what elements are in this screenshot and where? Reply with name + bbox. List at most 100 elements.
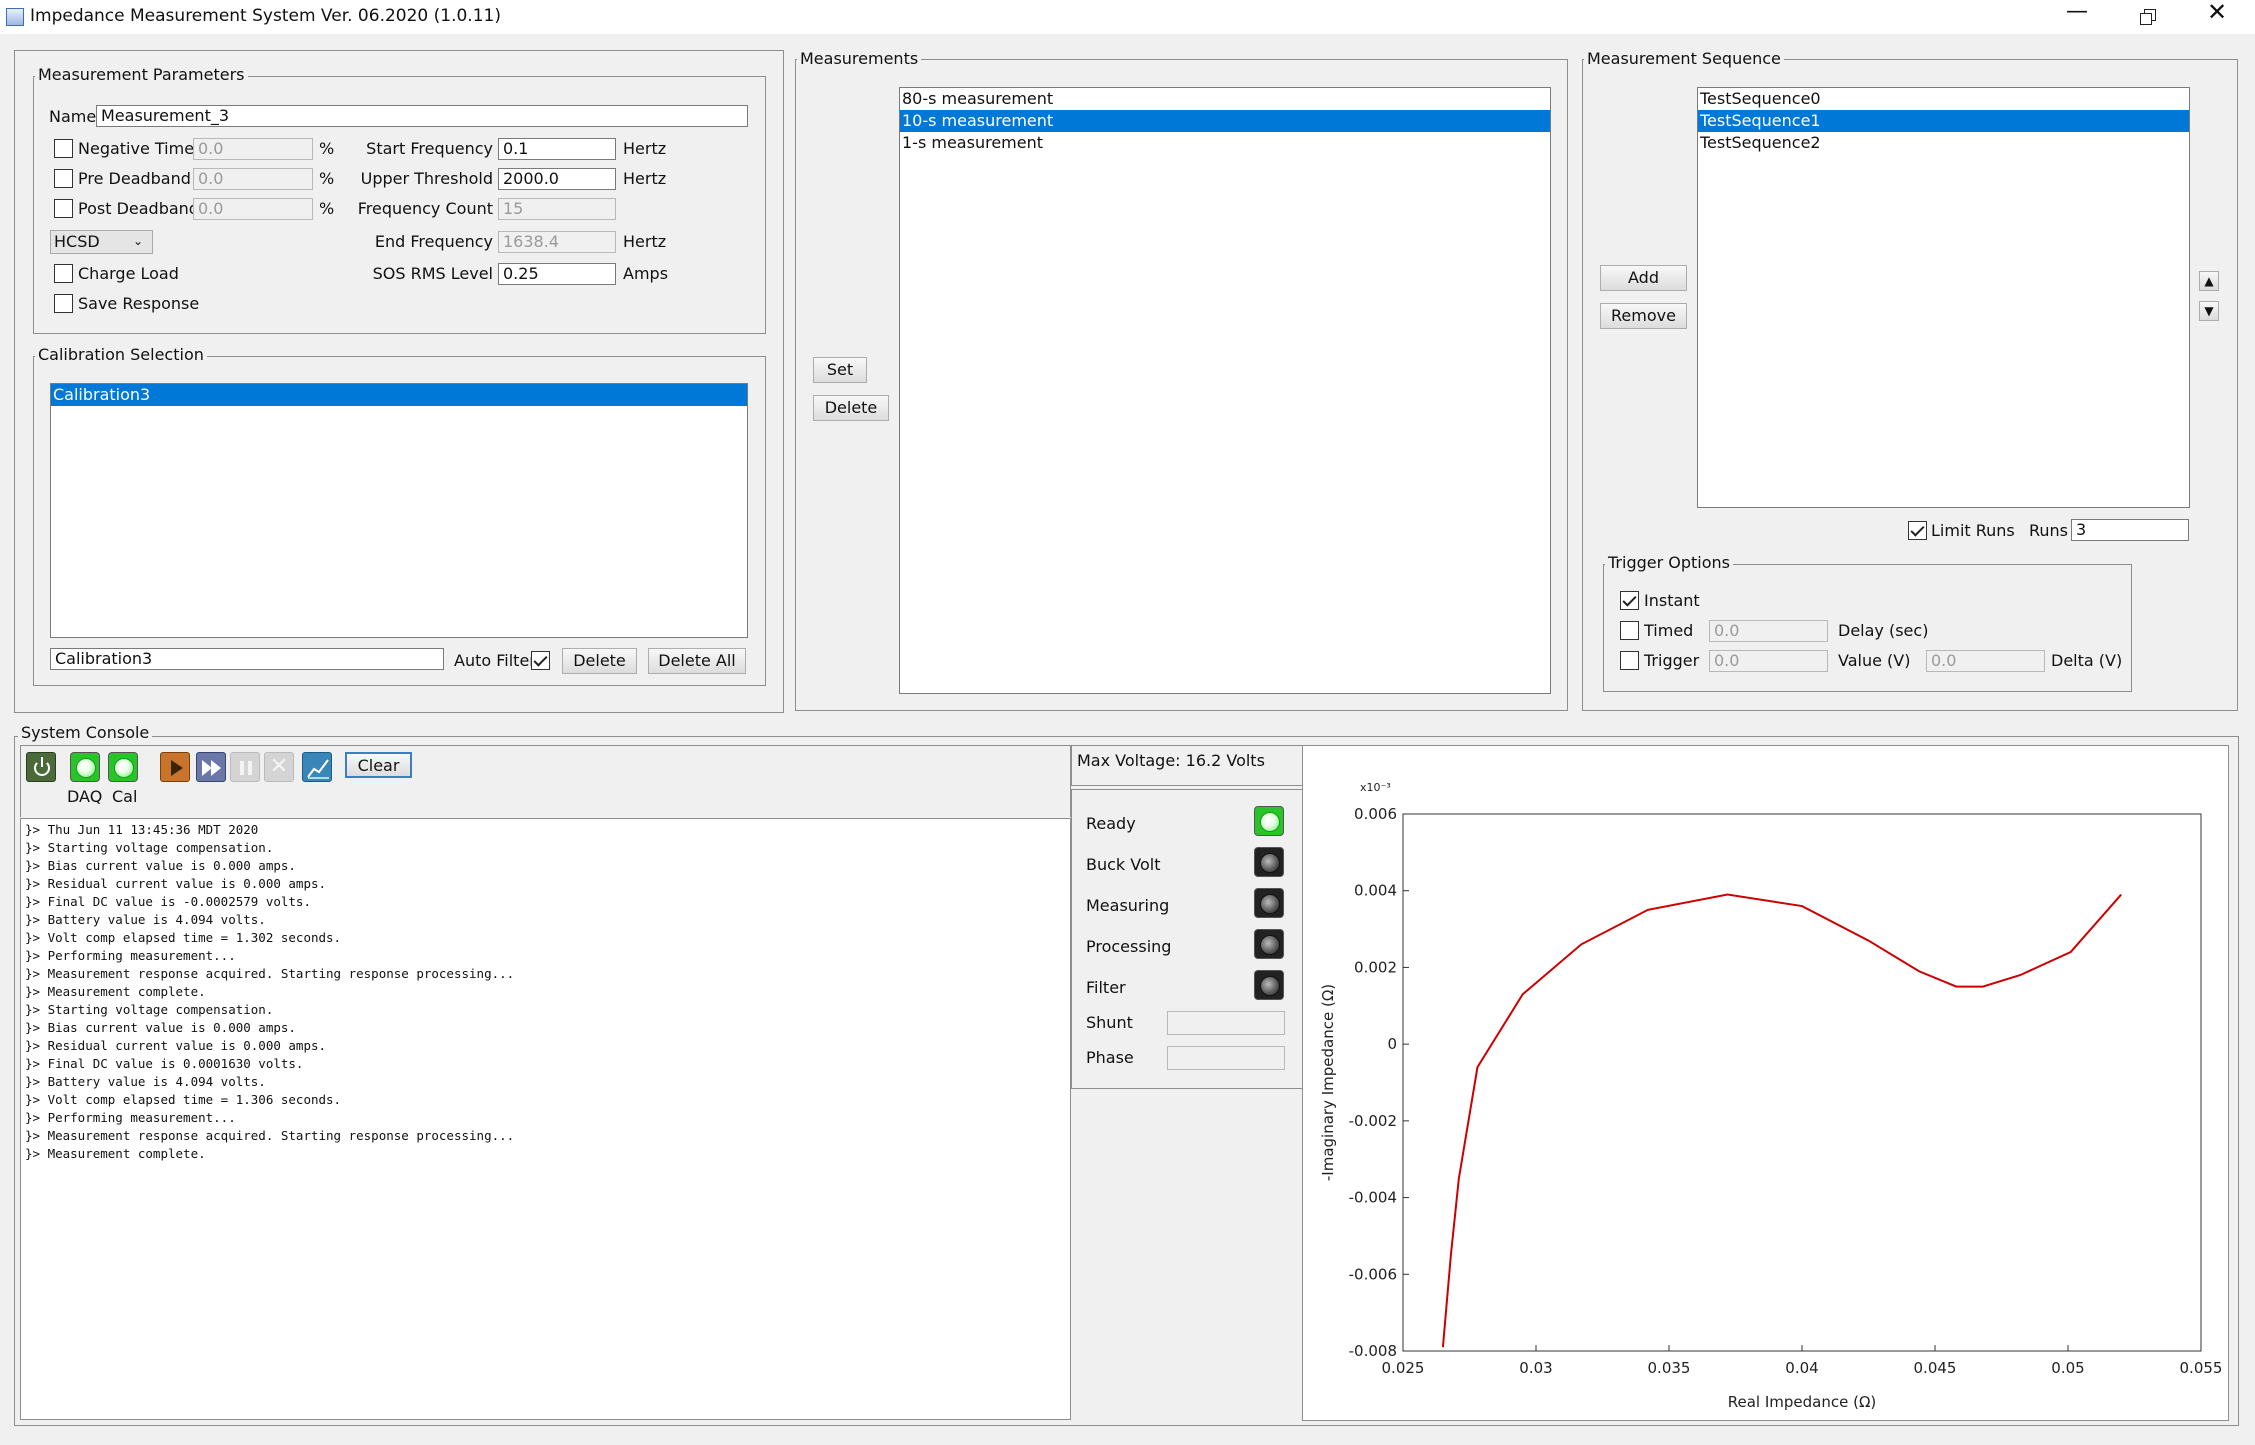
mode-select-value: HCSD [54,232,100,251]
measurement-item-selected[interactable]: 10-s measurement [900,110,1550,132]
console-line: }> Starting voltage compensation. [25,840,274,855]
end-frequency-input[interactable]: 1638.4 [498,231,616,253]
power-icon[interactable] [26,752,56,782]
system-console-title: System Console [18,723,153,743]
sos-rms-label: SOS RMS Level [372,264,493,283]
sos-rms-unit: Amps [623,264,669,283]
frequency-count-input[interactable]: 15 [498,198,616,220]
console-line: }> Performing measurement... [25,948,236,963]
phase-label: Phase [1086,1048,1134,1067]
ready-indicator-icon [1254,806,1284,836]
sequence-remove-button[interactable]: Remove [1600,303,1687,329]
console-output[interactable]: }> Thu Jun 11 13:45:36 MDT 2020 }> Starti… [20,818,1071,1420]
console-clear-button[interactable]: Clear [345,752,412,778]
sos-rms-input[interactable]: 0.25 [498,263,616,285]
x-axis-label: Real Impedance (Ω) [1728,1393,1877,1411]
upper-threshold-input[interactable]: 2000.0 [498,168,616,190]
pre-deadband-checkbox[interactable] [54,169,73,188]
trigger-label: Trigger [1644,651,1700,670]
timed-delay-input[interactable]: 0.0 [1709,620,1828,642]
calibration-list[interactable]: Calibration3 [50,383,748,638]
negative-time-checkbox[interactable] [54,139,73,158]
instant-checkbox[interactable] [1620,591,1639,610]
start-frequency-unit: Hertz [623,139,667,158]
save-response-checkbox[interactable] [54,294,73,313]
move-up-icon[interactable]: ▲ [2199,271,2219,291]
sequence-list[interactable]: TestSequence0 TestSequence1 TestSequence… [1697,87,2190,508]
minimize-icon[interactable]: — [2066,1,2088,23]
x-tick-label: 0.045 [1914,1359,1957,1377]
max-voltage-label: Max Voltage: 16.2 Volts [1077,751,1265,770]
console-line: }> Measurement complete. [25,984,206,999]
x-tick-label: 0.055 [2180,1359,2223,1377]
x-tick-label: 0.025 [1382,1359,1425,1377]
y-tick-label: -0.004 [1349,1189,1397,1207]
console-line: }> Volt comp elapsed time = 1.306 second… [25,1092,342,1107]
shunt-label: Shunt [1086,1013,1133,1032]
window-title: Impedance Measurement System Ver. 06.202… [30,6,501,26]
y-tick-label: -0.008 [1349,1342,1397,1360]
sequence-add-button[interactable]: Add [1600,265,1687,291]
limit-runs-label: Limit Runs [1931,521,2015,540]
daq-status-icon [70,752,100,782]
console-line: }> Measurement complete. [25,1146,206,1161]
start-frequency-input[interactable]: 0.1 [498,138,616,160]
timed-checkbox[interactable] [1620,621,1639,640]
calibration-list-item[interactable]: Calibration3 [51,384,747,406]
processing-indicator-icon [1254,929,1284,959]
console-line: }> Starting voltage compensation. [25,1002,274,1017]
play-icon[interactable] [160,752,190,782]
trigger-checkbox[interactable] [1620,651,1639,670]
negative-time-label: Negative Time [78,139,195,158]
sequence-item[interactable]: TestSequence0 [1698,88,2189,110]
save-response-label: Save Response [78,294,200,313]
console-line: }> Thu Jun 11 13:45:36 MDT 2020 [25,822,259,837]
calibration-delete-all-button[interactable]: Delete All [648,648,746,674]
console-line: }> Measurement response acquired. Starti… [25,1128,515,1143]
limit-runs-checkbox[interactable] [1908,521,1927,540]
measurement-set-button[interactable]: Set [813,357,867,383]
upper-threshold-unit: Hertz [623,169,667,188]
measurement-item[interactable]: 1-s measurement [900,132,1550,154]
post-deadband-label: Post Deadband [78,199,199,218]
measurement-delete-button[interactable]: Delete [813,395,889,421]
pause-icon[interactable] [230,752,260,782]
x-tick-label: 0.035 [1648,1359,1691,1377]
plot-area [1402,813,2202,1352]
y-tick-label: -0.006 [1349,1265,1397,1283]
mode-select[interactable]: HCSD ⌄ [50,230,153,254]
charge-load-checkbox[interactable] [54,264,73,283]
calibration-name-input[interactable]: Calibration3 [50,648,444,670]
trigger-delta-input[interactable]: 0.0 [1926,650,2045,672]
post-deadband-input[interactable]: 0.0 [193,198,313,220]
console-line: }> Final DC value is -0.0002579 volts. [25,894,311,909]
calibration-delete-button[interactable]: Delete [562,648,637,674]
restore-icon[interactable] [2140,9,2156,25]
measurement-parameters-title: Measurement Parameters [35,65,248,85]
sequence-item[interactable]: TestSequence2 [1698,132,2189,154]
stop-icon[interactable]: ✕ [264,752,294,782]
post-deadband-checkbox[interactable] [54,199,73,218]
fast-forward-icon[interactable] [196,752,226,782]
measurements-title: Measurements [797,49,922,69]
pre-deadband-input[interactable]: 0.0 [193,168,313,190]
trigger-value-input[interactable]: 0.0 [1709,650,1828,672]
name-input[interactable]: Measurement_3 [96,105,748,127]
y-tick-label: 0.002 [1354,958,1397,976]
measurements-list[interactable]: 80-s measurement 10-s measurement 1-s me… [899,87,1551,694]
end-frequency-unit: Hertz [623,232,667,251]
close-icon[interactable]: ✕ [2207,0,2227,24]
auto-filter-checkbox[interactable] [531,651,550,670]
runs-input[interactable]: 3 [2071,519,2189,541]
measuring-label: Measuring [1086,896,1170,915]
name-label: Name [49,107,97,126]
sequence-item-selected[interactable]: TestSequence1 [1698,110,2189,132]
measuring-indicator-icon [1254,888,1284,918]
buck-volt-label: Buck Volt [1086,855,1161,874]
chart-icon[interactable] [302,752,332,782]
move-down-icon[interactable]: ▼ [2199,301,2219,321]
instant-label: Instant [1644,591,1700,610]
measurement-item[interactable]: 80-s measurement [900,88,1550,110]
negative-time-input[interactable]: 0.0 [193,138,313,160]
start-frequency-label: Start Frequency [366,139,493,158]
